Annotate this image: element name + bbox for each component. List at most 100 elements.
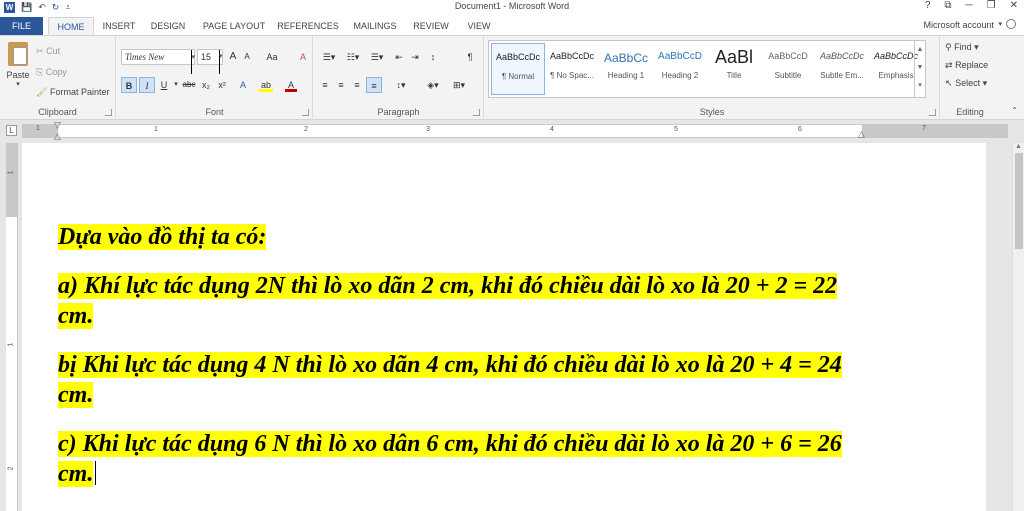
clear-formatting-button[interactable]: A: [297, 49, 309, 65]
bullets-icon[interactable]: ☰▾: [318, 49, 340, 65]
style-heading-2[interactable]: AaBbCcD Heading 2: [653, 43, 707, 95]
text-effects-button[interactable]: A: [237, 77, 249, 93]
dialog-launcher-icon[interactable]: [105, 109, 112, 116]
select-icon: ↖: [945, 78, 953, 88]
align-right-icon[interactable]: ≡: [350, 77, 364, 93]
tab-file[interactable]: FILE: [0, 17, 43, 35]
style-name: Heading 1: [607, 71, 645, 80]
copy-button[interactable]: ⎘ Copy: [36, 67, 67, 78]
paragraph[interactable]: c) Khi lực tác dụng 6 N thì lò xo dân 6 …: [58, 429, 868, 489]
horizontal-ruler[interactable]: 1 2 3 4 5 6: [58, 124, 862, 138]
dialog-launcher-icon[interactable]: [473, 109, 480, 116]
format-painter-button[interactable]: 🖌 Format Painter: [36, 87, 109, 98]
first-line-indent-marker[interactable]: ▽: [54, 120, 61, 131]
superscript-button[interactable]: x²: [215, 77, 229, 93]
decrease-indent-icon[interactable]: ⇤: [392, 49, 406, 65]
paragraph[interactable]: bị Khi lực tác dụng 4 N thì lò xo dãn 4 …: [58, 350, 868, 410]
justify-icon[interactable]: ≡: [366, 77, 382, 93]
tab-insert[interactable]: INSERT: [97, 17, 141, 35]
find-button[interactable]: ⚲ Find ▾: [945, 42, 979, 53]
font-color-button[interactable]: A: [285, 77, 297, 92]
scissors-icon: ✂: [36, 46, 44, 56]
style-subtle-emphasis[interactable]: AaBbCcDc Subtle Em...: [815, 43, 869, 95]
paste-button[interactable]: Paste ▾: [4, 40, 32, 92]
grow-font-button[interactable]: A: [227, 49, 239, 65]
scroll-thumb[interactable]: [1015, 153, 1023, 249]
tab-home[interactable]: HOME: [48, 17, 94, 35]
ribbon-display-icon[interactable]: ⧉: [944, 0, 951, 11]
gallery-scroll[interactable]: ▲ ▼ ▾: [914, 41, 925, 97]
vertical-ruler[interactable]: 1 1 2: [6, 143, 18, 511]
style-sample: AaBbCcDc: [819, 51, 864, 61]
font-size-combo[interactable]: 15 ▾: [197, 49, 223, 74]
line-spacing-icon[interactable]: ↕▾: [390, 77, 412, 93]
account-menu[interactable]: Microsoft account: [923, 20, 994, 30]
editing-group-label: Editing: [956, 107, 984, 117]
vertical-scrollbar[interactable]: ▲: [1012, 143, 1024, 511]
show-formatting-button[interactable]: ¶: [464, 49, 476, 65]
feedback-smiley-icon[interactable]: [1006, 19, 1016, 29]
ruler-number: 5: [674, 126, 678, 133]
more-styles-icon[interactable]: ▾: [915, 77, 925, 95]
ribbon-tabs: FILE HOME INSERT DESIGN PAGE LAYOUT REFE…: [0, 15, 1024, 35]
align-center-icon[interactable]: ≡: [334, 77, 348, 93]
paragraph-text: c) Khi lực tác dụng 6 N thì lò xo dân 6 …: [58, 431, 842, 487]
style-sample: AaBbCcD: [768, 51, 808, 61]
tab-references[interactable]: REFERENCES: [276, 17, 340, 35]
tab-view[interactable]: VIEW: [460, 17, 498, 35]
chevron-up-icon[interactable]: ▲: [915, 41, 925, 59]
highlight-button[interactable]: ab: [259, 77, 273, 92]
right-indent-marker[interactable]: △: [858, 129, 865, 140]
select-button[interactable]: ↖ Select ▾: [945, 78, 987, 89]
italic-button[interactable]: I: [139, 77, 155, 93]
borders-icon[interactable]: ⊞▾: [448, 77, 470, 93]
paragraph[interactable]: Dựa vào đồ thị ta có:: [58, 222, 868, 252]
help-icon[interactable]: ?: [925, 0, 931, 11]
increase-indent-icon[interactable]: ⇥: [408, 49, 422, 65]
multilevel-list-icon[interactable]: ☰▾: [366, 49, 388, 65]
cut-button[interactable]: ✂ Cut: [36, 46, 60, 57]
style-sample: AaBbCcDc: [495, 52, 540, 62]
left-indent-marker[interactable]: △: [54, 131, 61, 142]
style-subtitle[interactable]: AaBbCcD Subtitle: [761, 43, 815, 95]
font-name-combo[interactable]: Times New ▾: [121, 49, 195, 74]
chevron-down-icon[interactable]: ▾: [172, 77, 180, 93]
restore-icon[interactable]: ❐: [987, 0, 996, 11]
paste-label: Paste: [6, 70, 30, 80]
bold-button[interactable]: B: [121, 77, 137, 93]
strikethrough-button[interactable]: abc: [181, 77, 197, 93]
style-no-spacing[interactable]: AaBbCcDc ¶ No Spac...: [545, 43, 599, 95]
document-body[interactable]: Dựa vào đồ thị ta có: a) Khí lực tác dụn…: [58, 222, 868, 508]
chevron-down-icon[interactable]: ▼: [915, 59, 925, 77]
binoculars-icon: ⚲: [945, 42, 952, 52]
tab-review[interactable]: REVIEW: [410, 17, 452, 35]
numbering-icon[interactable]: ☷▾: [342, 49, 364, 65]
style-normal[interactable]: AaBbCcDc ¶ Normal: [491, 43, 545, 95]
font-group-label: Font: [205, 107, 224, 117]
sort-icon[interactable]: ↕: [426, 49, 440, 65]
document-page[interactable]: Dựa vào đồ thị ta có: a) Khí lực tác dụn…: [22, 143, 986, 511]
collapse-ribbon-icon[interactable]: ⌃: [1011, 106, 1018, 115]
tab-design[interactable]: DESIGN: [145, 17, 191, 35]
dialog-launcher-icon[interactable]: [929, 109, 936, 116]
ruler-left-margin: [22, 124, 58, 138]
replace-button[interactable]: ⇄ Replace: [945, 60, 988, 71]
close-icon[interactable]: ✕: [1010, 0, 1018, 11]
align-left-icon[interactable]: ≡: [318, 77, 332, 93]
tab-mailings[interactable]: MAILINGS: [348, 17, 402, 35]
ruler-right-margin: 7: [862, 124, 1008, 138]
paragraph[interactable]: a) Khí lực tác dụng 2N thì lò xo dãn 2 c…: [58, 271, 868, 331]
underline-button[interactable]: U: [158, 77, 170, 93]
ruler-number: 7: [922, 125, 926, 132]
change-case-button[interactable]: Aa: [261, 49, 283, 65]
tab-selector[interactable]: L: [6, 125, 17, 136]
dialog-launcher-icon[interactable]: [302, 109, 309, 116]
subscript-button[interactable]: x₂: [199, 77, 213, 93]
paragraph-group-label: Paragraph: [377, 107, 420, 117]
tab-page-layout[interactable]: PAGE LAYOUT: [198, 17, 270, 35]
style-heading-1[interactable]: AaBbCc Heading 1: [599, 43, 653, 95]
style-title[interactable]: AaBl Title: [707, 43, 761, 95]
minimize-icon[interactable]: ─: [966, 0, 973, 11]
shading-icon[interactable]: ◈▾: [422, 77, 444, 93]
shrink-font-button[interactable]: A: [241, 49, 253, 65]
